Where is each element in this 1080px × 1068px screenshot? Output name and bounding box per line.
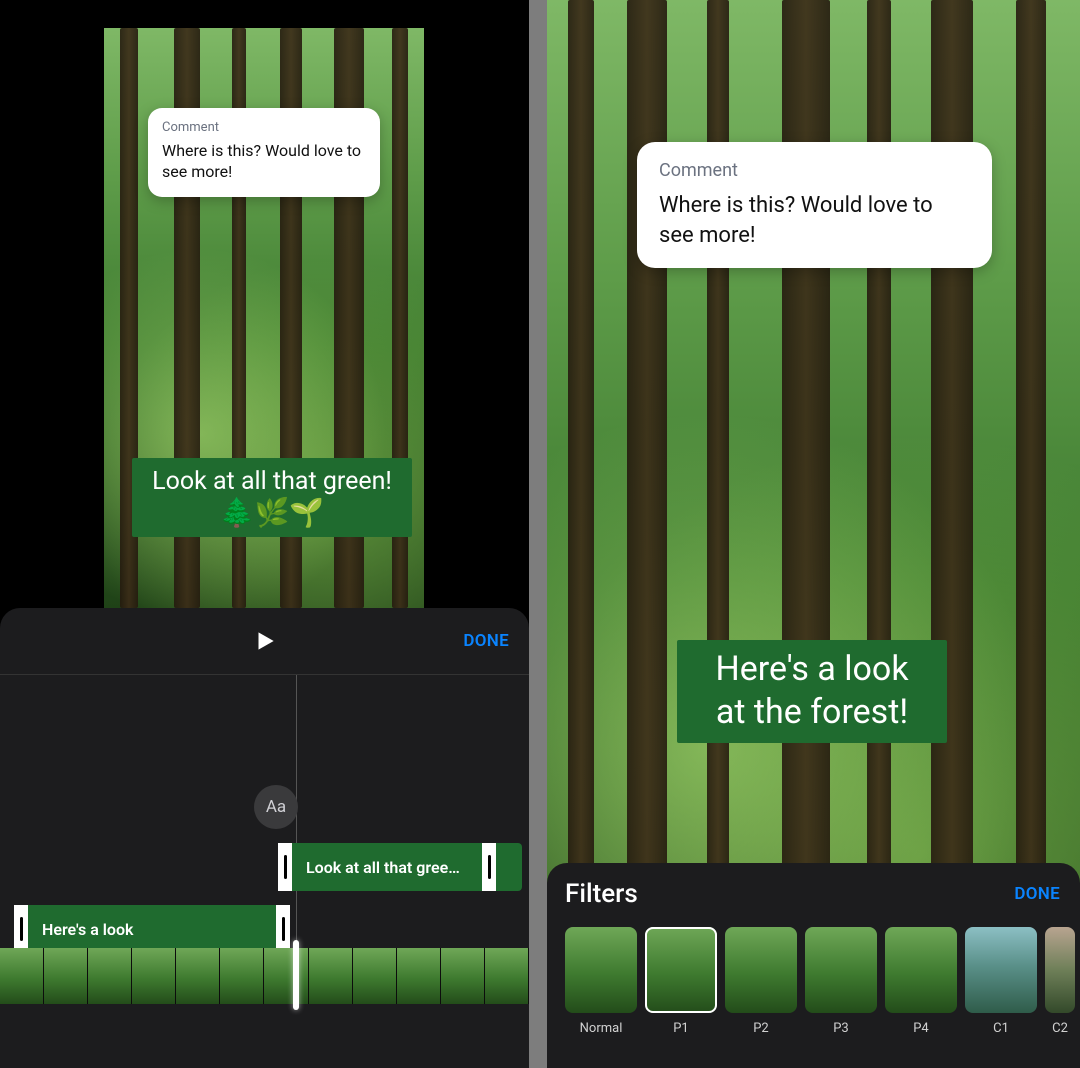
timeline[interactable]: Aa Look at all that green... Here's a lo… xyxy=(0,674,529,1004)
caption-text: Look at all that green! xyxy=(148,466,396,499)
clip-handle-right[interactable] xyxy=(482,843,496,891)
filmstrip-scrubber[interactable] xyxy=(293,940,299,1010)
filter-label: C2 xyxy=(1045,1021,1075,1036)
clip-handle-left[interactable] xyxy=(14,905,28,953)
clip-handle-right[interactable] xyxy=(276,905,290,953)
comment-sticker[interactable]: Comment Where is this? Would love to see… xyxy=(148,108,380,197)
clip-text: Here's a look xyxy=(28,920,147,939)
caption-sticker[interactable]: Here's a look at the forest! xyxy=(677,640,947,743)
text-style-button[interactable]: Aa xyxy=(254,785,298,829)
app-root: Comment Where is this? Would love to see… xyxy=(0,0,1080,1068)
caption-sticker[interactable]: Look at all that green! 🌲🌿🌱 xyxy=(132,458,412,537)
filter-item-p1[interactable]: P1 xyxy=(645,927,717,1036)
text-clip[interactable]: Look at all that green... xyxy=(278,843,522,891)
clip-handle-left[interactable] xyxy=(278,843,292,891)
caption-line2: at the forest! xyxy=(693,691,931,734)
filter-label: P4 xyxy=(885,1021,957,1036)
comment-label: Comment xyxy=(162,120,366,135)
filter-label: P3 xyxy=(805,1021,877,1036)
filter-thumb xyxy=(885,927,957,1013)
filter-item-normal[interactable]: Normal xyxy=(565,927,637,1036)
filter-item-p2[interactable]: P2 xyxy=(725,927,797,1036)
filter-label: Normal xyxy=(565,1021,637,1036)
comment-sticker[interactable]: Comment Where is this? Would love to see… xyxy=(637,142,992,268)
filter-label: C1 xyxy=(965,1021,1037,1036)
filter-label: P1 xyxy=(645,1021,717,1036)
comment-text: Where is this? Would love to see more! xyxy=(659,191,970,250)
left-panel: Comment Where is this? Would love to see… xyxy=(0,0,529,1068)
filter-item-p3[interactable]: P3 xyxy=(805,927,877,1036)
filter-item-c2[interactable]: C2 xyxy=(1045,927,1075,1036)
caption-emojis: 🌲🌿🌱 xyxy=(148,499,396,527)
play-icon xyxy=(252,628,278,654)
right-panel: Comment Where is this? Would love to see… xyxy=(547,0,1080,1068)
video-filmstrip[interactable] xyxy=(0,948,529,1004)
done-button[interactable]: DONE xyxy=(1014,884,1060,904)
filter-thumb xyxy=(805,927,877,1013)
filter-thumb xyxy=(1045,927,1075,1013)
filters-title: Filters xyxy=(565,879,638,909)
video-preview[interactable]: Comment Where is this? Would love to see… xyxy=(104,28,424,608)
clip-text: Look at all that green... xyxy=(292,858,482,877)
panel-divider xyxy=(529,0,547,1068)
filters-header: Filters DONE xyxy=(565,879,1080,909)
filter-thumb xyxy=(965,927,1037,1013)
text-clip[interactable]: Here's a look xyxy=(14,905,290,953)
filters-panel: Filters DONE Normal P1 P2 P3 xyxy=(547,863,1080,1068)
filter-label: P2 xyxy=(725,1021,797,1036)
filter-item-p4[interactable]: P4 xyxy=(885,927,957,1036)
comment-text: Where is this? Would love to see more! xyxy=(162,141,366,183)
done-button[interactable]: DONE xyxy=(463,631,509,651)
editor-toolbar: DONE xyxy=(0,608,529,674)
caption-line1: Here's a look xyxy=(693,648,931,691)
text-timeline-editor: DONE Aa Look at all that green... Here's… xyxy=(0,608,529,1068)
filter-thumb xyxy=(645,927,717,1013)
filter-thumb xyxy=(565,927,637,1013)
play-button[interactable] xyxy=(252,628,278,654)
filter-thumb xyxy=(725,927,797,1013)
comment-label: Comment xyxy=(659,160,970,181)
filters-row[interactable]: Normal P1 P2 P3 P4 xyxy=(565,927,1080,1036)
filter-item-c1[interactable]: C1 xyxy=(965,927,1037,1036)
